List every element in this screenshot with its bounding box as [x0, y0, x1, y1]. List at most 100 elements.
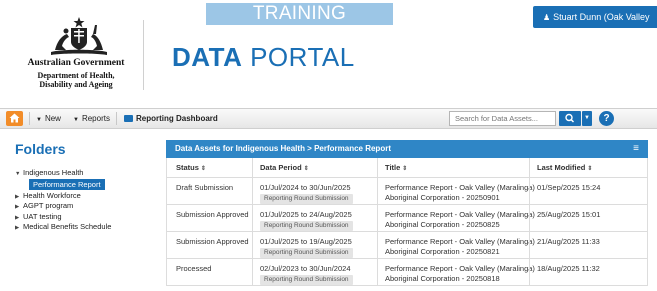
data-portal-logo-light: PORTAL [250, 42, 355, 72]
reports-menu-button[interactable]: ▼ Reports [73, 109, 110, 128]
coat-of-arms-logo [47, 16, 111, 56]
table-row[interactable]: Submission Approved 01/Jul/2025 to 19/Au… [167, 232, 647, 259]
column-divider [252, 205, 253, 231]
column-header-title[interactable]: Title ⇕ [385, 158, 407, 179]
hamburger-menu-icon[interactable]: ≡ [633, 140, 639, 158]
column-header-label: Data Period [260, 163, 302, 172]
training-environment-banner: TRAINING ENVIRONMENT [206, 3, 393, 46]
column-header-label: Title [385, 163, 401, 172]
column-header-label: Last Modified [537, 163, 586, 172]
column-header-data-period[interactable]: Data Period ⇕ [260, 158, 309, 179]
search-options-dropdown[interactable]: ▼ [582, 111, 592, 126]
column-header-label: Status [176, 163, 199, 172]
caret-down-icon: ▼ [73, 117, 79, 123]
column-divider [377, 178, 378, 204]
title-line1: Performance Report - Oak Valley (Maralin… [385, 264, 535, 273]
reporting-round-tag: Reporting Round Submission [260, 194, 353, 204]
table-row[interactable]: Submission Approved 01/Jul/2025 to 24/Au… [167, 205, 647, 232]
folder-item-indigenous-health[interactable]: ▼ Indigenous Health [15, 168, 155, 179]
search-icon [565, 113, 575, 123]
data-period-text: 02/Jul/2023 to 30/Jun/2024 [260, 264, 351, 273]
sort-icon: ⇕ [402, 166, 408, 172]
title-cell[interactable]: Performance Report - Oak Valley (Maralin… [385, 264, 535, 284]
title-line1: Performance Report - Oak Valley (Maralin… [385, 237, 535, 246]
last-modified-cell: 21/Aug/2025 11:33 [537, 237, 600, 246]
data-period-text: 01/Jul/2025 to 19/Aug/2025 [260, 237, 352, 246]
data-assets-panel-header: Data Assets for Indigenous Health > Perf… [166, 140, 648, 158]
column-divider [529, 205, 530, 231]
folder-label: UAT testing [23, 211, 62, 221]
expanded-triangle-icon[interactable]: ▼ [15, 169, 23, 180]
folders-heading: Folders [15, 141, 66, 157]
title-line1: Performance Report - Oak Valley (Maralin… [385, 183, 535, 192]
search-input[interactable] [449, 111, 556, 126]
title-line2: Aboriginal Corporation - 20250818 [385, 274, 500, 283]
data-portal-logo-bold: DATA [172, 42, 243, 72]
column-divider [529, 158, 530, 177]
panel-title: Data Assets for Indigenous Health > Perf… [175, 144, 391, 153]
folder-label: Medical Benefits Schedule [23, 222, 112, 231]
table-row[interactable]: Draft Submission 01/Jul/2024 to 30/Jun/2… [167, 178, 647, 205]
folder-label: AGPT program [23, 201, 74, 210]
home-button[interactable] [6, 111, 23, 126]
title-line2: Aboriginal Corporation - 20250901 [385, 193, 500, 202]
folder-item-performance-report[interactable]: Performance Report [15, 178, 155, 191]
title-line2: Aboriginal Corporation - 20250825 [385, 220, 500, 229]
data-period-text: 01/Jul/2024 to 30/Jun/2025 [260, 183, 351, 192]
column-divider [252, 178, 253, 204]
government-name: Australian Government [27, 58, 125, 68]
search-button[interactable] [559, 111, 581, 126]
dashboard-icon [124, 115, 133, 122]
toolbar-separator [116, 112, 117, 125]
main-toolbar: ▼New ▼Reports Reporting Dashboard ▼ ? [0, 108, 657, 129]
folder-item-uat-testing[interactable]: ▶ UAT testing [15, 212, 155, 223]
folder-label: Health Workforce [23, 190, 81, 200]
help-button[interactable]: ? [599, 111, 614, 126]
column-divider [377, 232, 378, 258]
government-branding: Australian Government Department of Heal… [14, 58, 138, 89]
collapsed-triangle-icon[interactable]: ▶ [15, 202, 23, 213]
title-line1: Performance Report - Oak Valley (Maralin… [385, 210, 535, 219]
data-assets-table: Status ⇕ Data Period ⇕ Title ⇕ Last Modifie… [166, 158, 648, 286]
caret-down-icon: ▼ [584, 115, 590, 121]
user-menu-button[interactable]: ♟ Stuart Dunn (Oak Valley [533, 6, 657, 28]
title-cell[interactable]: Performance Report - Oak Valley (Maralin… [385, 237, 535, 257]
user-icon: ♟ [543, 13, 551, 22]
sort-icon: ⇕ [303, 166, 309, 172]
last-modified-cell: 25/Aug/2025 15:01 [537, 210, 601, 219]
reporting-dashboard-button[interactable]: Reporting Dashboard [124, 109, 218, 128]
title-cell[interactable]: Performance Report - Oak Valley (Maralin… [385, 210, 535, 230]
table-row[interactable]: Processed 02/Jul/2023 to 30/Jun/2024 Repo… [167, 259, 647, 286]
folder-item-agpt-program[interactable]: ▶ AGPT program [15, 201, 155, 212]
last-modified-cell: 01/Sep/2025 15:24 [537, 183, 601, 192]
new-menu-label: New [44, 114, 61, 123]
reporting-round-tag: Reporting Round Submission [260, 275, 353, 285]
home-icon [9, 113, 20, 123]
column-divider [252, 259, 253, 285]
folder-label-selected: Performance Report [29, 178, 105, 190]
folder-item-medical-benefits-schedule[interactable]: ▶ Medical Benefits Schedule [15, 222, 155, 233]
column-divider [529, 259, 530, 285]
folder-tree: ▼ Indigenous Health Performance Report ▶ H… [15, 168, 155, 233]
column-divider [377, 205, 378, 231]
title-cell[interactable]: Performance Report - Oak Valley (Maralin… [385, 183, 535, 203]
collapsed-triangle-icon[interactable]: ▶ [15, 223, 23, 234]
folder-item-health-workforce[interactable]: ▶ Health Workforce [15, 191, 155, 202]
status-cell: Draft Submission [176, 183, 234, 192]
department-name-line1: Department of Health, [37, 71, 115, 80]
reporting-round-tag: Reporting Round Submission [260, 221, 353, 231]
data-portal-logo[interactable]: DATA PORTAL [172, 42, 355, 73]
column-header-last-modified[interactable]: Last Modified ⇕ [537, 158, 592, 179]
status-cell: Submission Approved [176, 210, 249, 219]
column-divider [377, 259, 378, 285]
new-menu-button[interactable]: ▼ New [36, 109, 61, 128]
column-divider [529, 178, 530, 204]
column-header-status[interactable]: Status ⇕ [176, 158, 206, 179]
folder-label: Indigenous Health [23, 168, 84, 177]
data-period-text: 01/Jul/2025 to 24/Aug/2025 [260, 210, 352, 219]
column-divider [529, 232, 530, 258]
caret-down-icon: ▼ [36, 117, 42, 123]
department-name-line2: Disability and Ageing [39, 80, 113, 89]
column-divider [252, 158, 253, 177]
reporting-round-tag: Reporting Round Submission [260, 248, 353, 258]
